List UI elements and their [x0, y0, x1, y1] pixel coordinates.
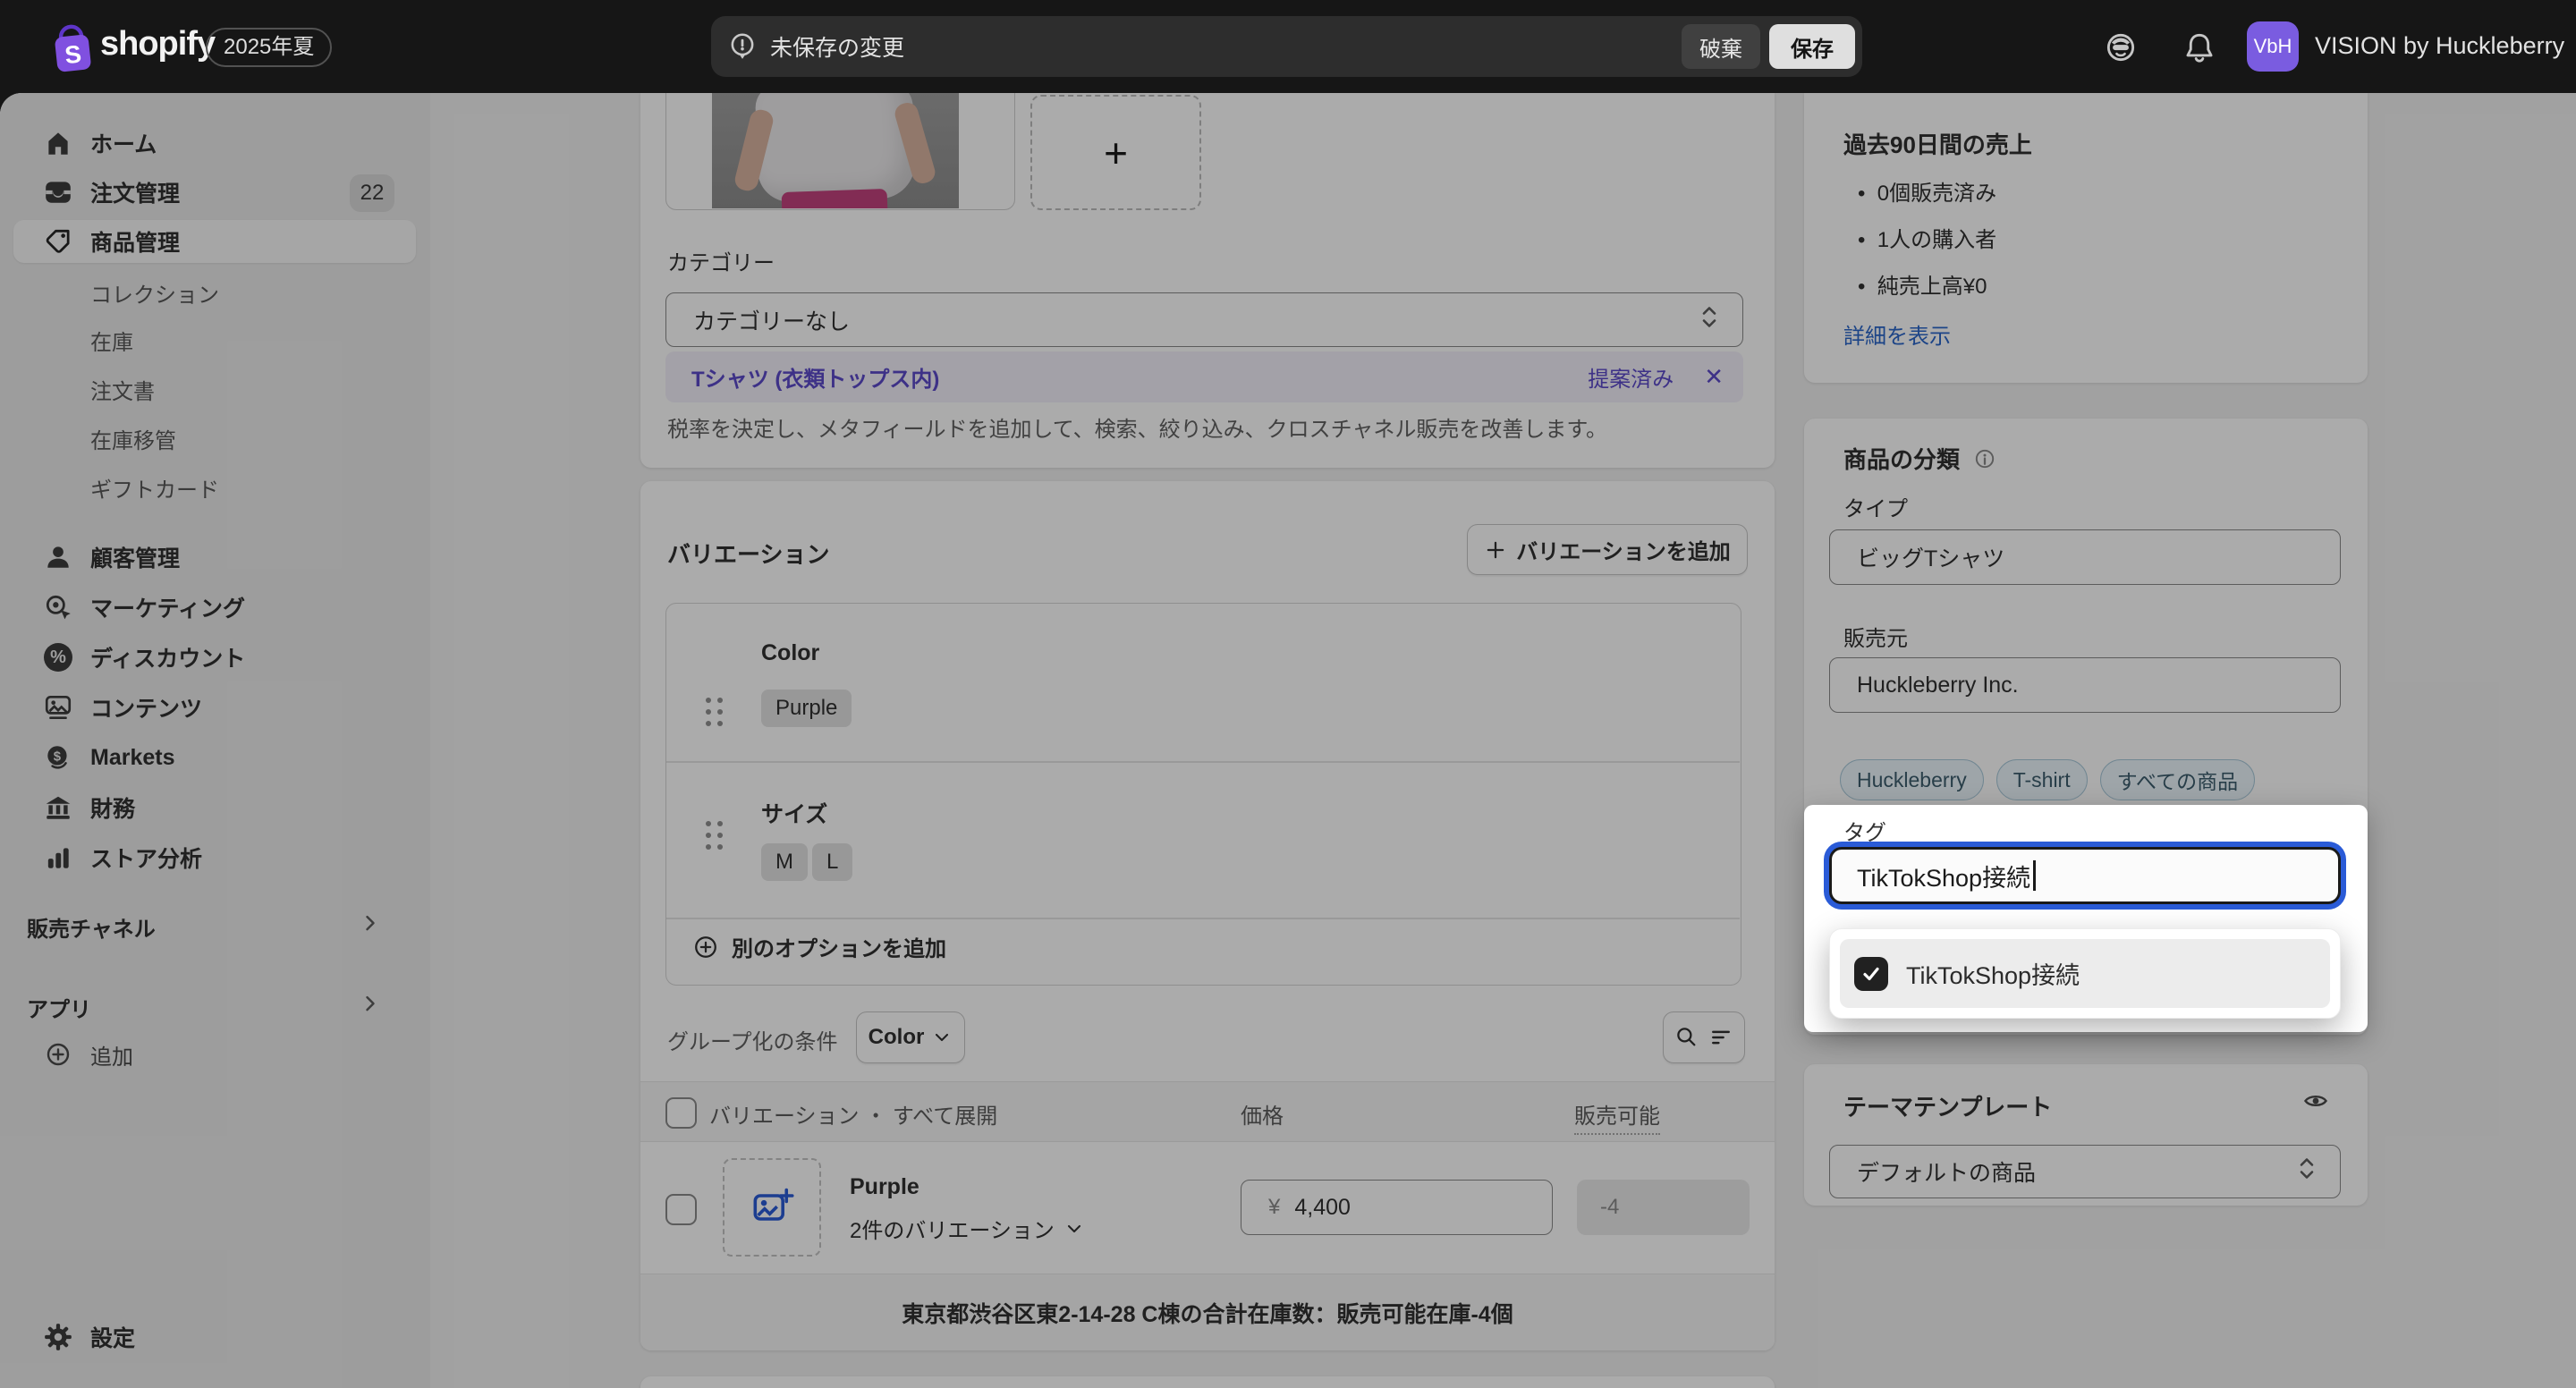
tag-label: タグ [1843, 815, 1886, 846]
svg-text:S: S [64, 39, 83, 69]
tag-option-label: TikTokShop接続 [1906, 956, 2080, 991]
unsaved-changes-text: 未保存の変更 [770, 30, 904, 63]
tag-input-value: TikTokShop接続 [1857, 859, 2030, 893]
topbar: S shopify 2025年夏 未保存の変更 破棄 保存 VbH VISION… [0, 0, 2576, 93]
unsaved-changes-bar: 未保存の変更 破棄 保存 [711, 16, 1862, 77]
version-badge: 2025年夏 [206, 28, 332, 67]
checkbox-checked-icon[interactable] [1854, 957, 1888, 991]
account-avatar[interactable]: VbH [2247, 21, 2299, 72]
tag-option-row[interactable]: TikTokShop接続 [1840, 939, 2330, 1008]
sidekick-icon[interactable] [2104, 30, 2138, 64]
dim-overlay [0, 93, 2576, 1388]
text-cursor [2033, 860, 2036, 891]
tag-input[interactable]: TikTokShop接続 [1829, 847, 2341, 904]
alert-icon [727, 31, 758, 62]
save-button[interactable]: 保存 [1769, 24, 1855, 69]
app-frame: ホーム 注文管理 22 商品管理 [0, 93, 2576, 1388]
discard-button[interactable]: 破棄 [1682, 24, 1760, 69]
account-name[interactable]: VISION by Huckleberry [2315, 32, 2564, 60]
bell-icon[interactable] [2182, 30, 2216, 64]
shopify-wordmark: shopify [100, 25, 215, 63]
tag-suggestions-popover: TikTokShop接続 [1829, 928, 2341, 1019]
shopify-logo-icon: S [47, 20, 98, 75]
tag-spotlight-panel: タグ TikTokShop接続 TikTokShop接続 [1804, 805, 2368, 1032]
